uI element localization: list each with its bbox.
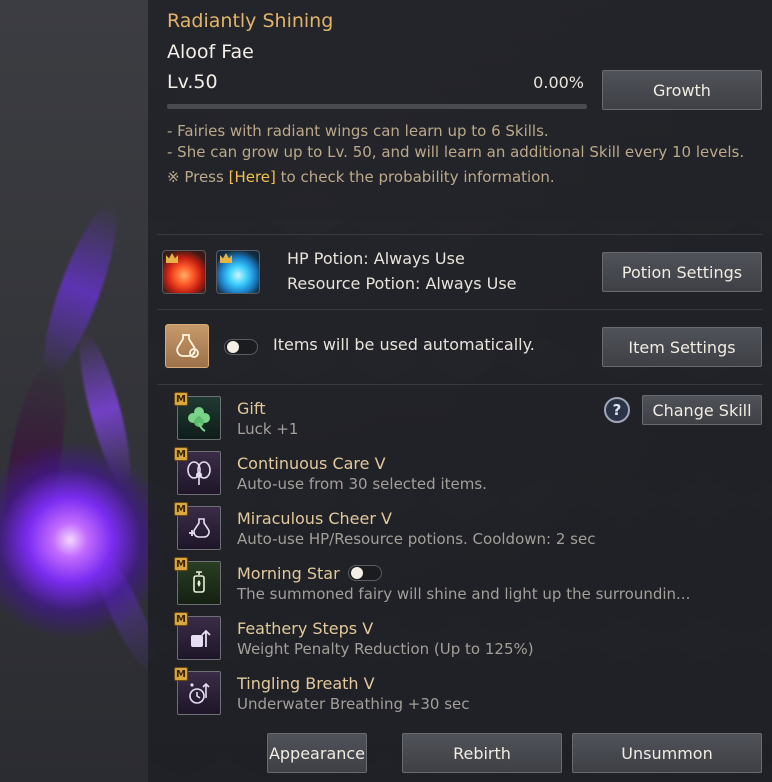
item-settings-button[interactable]: Item Settings [602,327,762,367]
fairy-orb-glow [0,440,170,640]
weight-icon-glyph [191,629,211,647]
appearance-button[interactable]: Appearance [267,733,367,773]
skill-description: Auto-use HP/Resource potions. Cooldown: … [237,530,596,548]
skill-description: The summoned fairy will shine and light … [237,585,691,603]
morning-star-toggle[interactable] [348,565,382,581]
skill-grade-badge: M [174,502,188,516]
breath-timer-icon-glyph [189,682,210,704]
potion-gear-icon [165,324,209,368]
skill-description: Weight Penalty Reduction (Up to 125%) [237,640,534,658]
skill-grade-badge: M [174,557,188,571]
growth-button[interactable]: Growth [602,70,762,110]
pet-name: Aloof Fae [167,41,254,63]
toggle-knob [227,341,239,353]
skill-description: Luck +1 [237,420,299,438]
auto-use-label: Items will be used automatically. [273,335,535,354]
skill-name: Gift [237,399,266,418]
left-scene-strip [0,0,170,782]
change-skill-button[interactable]: Change Skill [642,395,762,425]
skill-grade-badge: M [174,667,188,681]
probability-info-line: ※ Press [Here] to check the probability … [167,168,555,186]
potion-plus-icon-glyph [189,518,210,538]
blue-potion-icon [216,250,260,294]
section-divider [157,234,763,235]
rebirth-button[interactable]: Rebirth [402,733,562,773]
skill-name: Tingling Breath V [237,674,375,693]
section-divider [157,309,763,310]
probability-link[interactable]: [Here] [229,168,276,186]
crown-icon [220,253,232,263]
skill-name: Morning Star [237,564,340,583]
probability-prefix: ※ Press [167,168,229,186]
help-icon[interactable]: ? [604,397,630,423]
level-progress-percent: 0.00% [533,73,584,92]
auto-use-toggle[interactable] [224,339,258,355]
resource-potion-setting: Resource Potion: Always Use [287,274,517,293]
potion-settings-button[interactable]: Potion Settings [602,252,762,292]
crown-icon [166,253,178,263]
pet-info-panel [148,0,772,782]
description-line-2: - She can grow up to Lv. 50, and will le… [167,143,745,161]
skill-name: Miraculous Cheer V [237,509,392,528]
lantern-icon-glyph [193,571,205,593]
skill-description: Auto-use from 30 selected items. [237,475,487,493]
level-progress-bar [167,104,587,109]
toggle-knob [351,567,363,579]
skill-grade-badge: M [174,447,188,461]
clover-icon-glyph [188,407,210,432]
skill-grade-badge: M [174,612,188,626]
pet-rarity-label: Radiantly Shining [167,10,334,32]
skill-name: Feathery Steps V [237,619,374,638]
skill-description: Underwater Breathing +30 sec [237,695,470,713]
hp-potion-setting: HP Potion: Always Use [287,249,465,268]
red-potion-icon [162,250,206,294]
potion-gear-icon-glyph [176,334,199,358]
skill-grade-badge: M [174,392,188,406]
pet-level: Lv.50 [167,71,218,93]
unsummon-button[interactable]: Unsummon [572,733,762,773]
fairy-icon-glyph [187,461,211,485]
description-line-1: - Fairies with radiant wings can learn u… [167,122,549,140]
probability-suffix: to check the probability information. [275,168,555,186]
skill-name: Continuous Care V [237,454,386,473]
section-divider [157,384,763,385]
